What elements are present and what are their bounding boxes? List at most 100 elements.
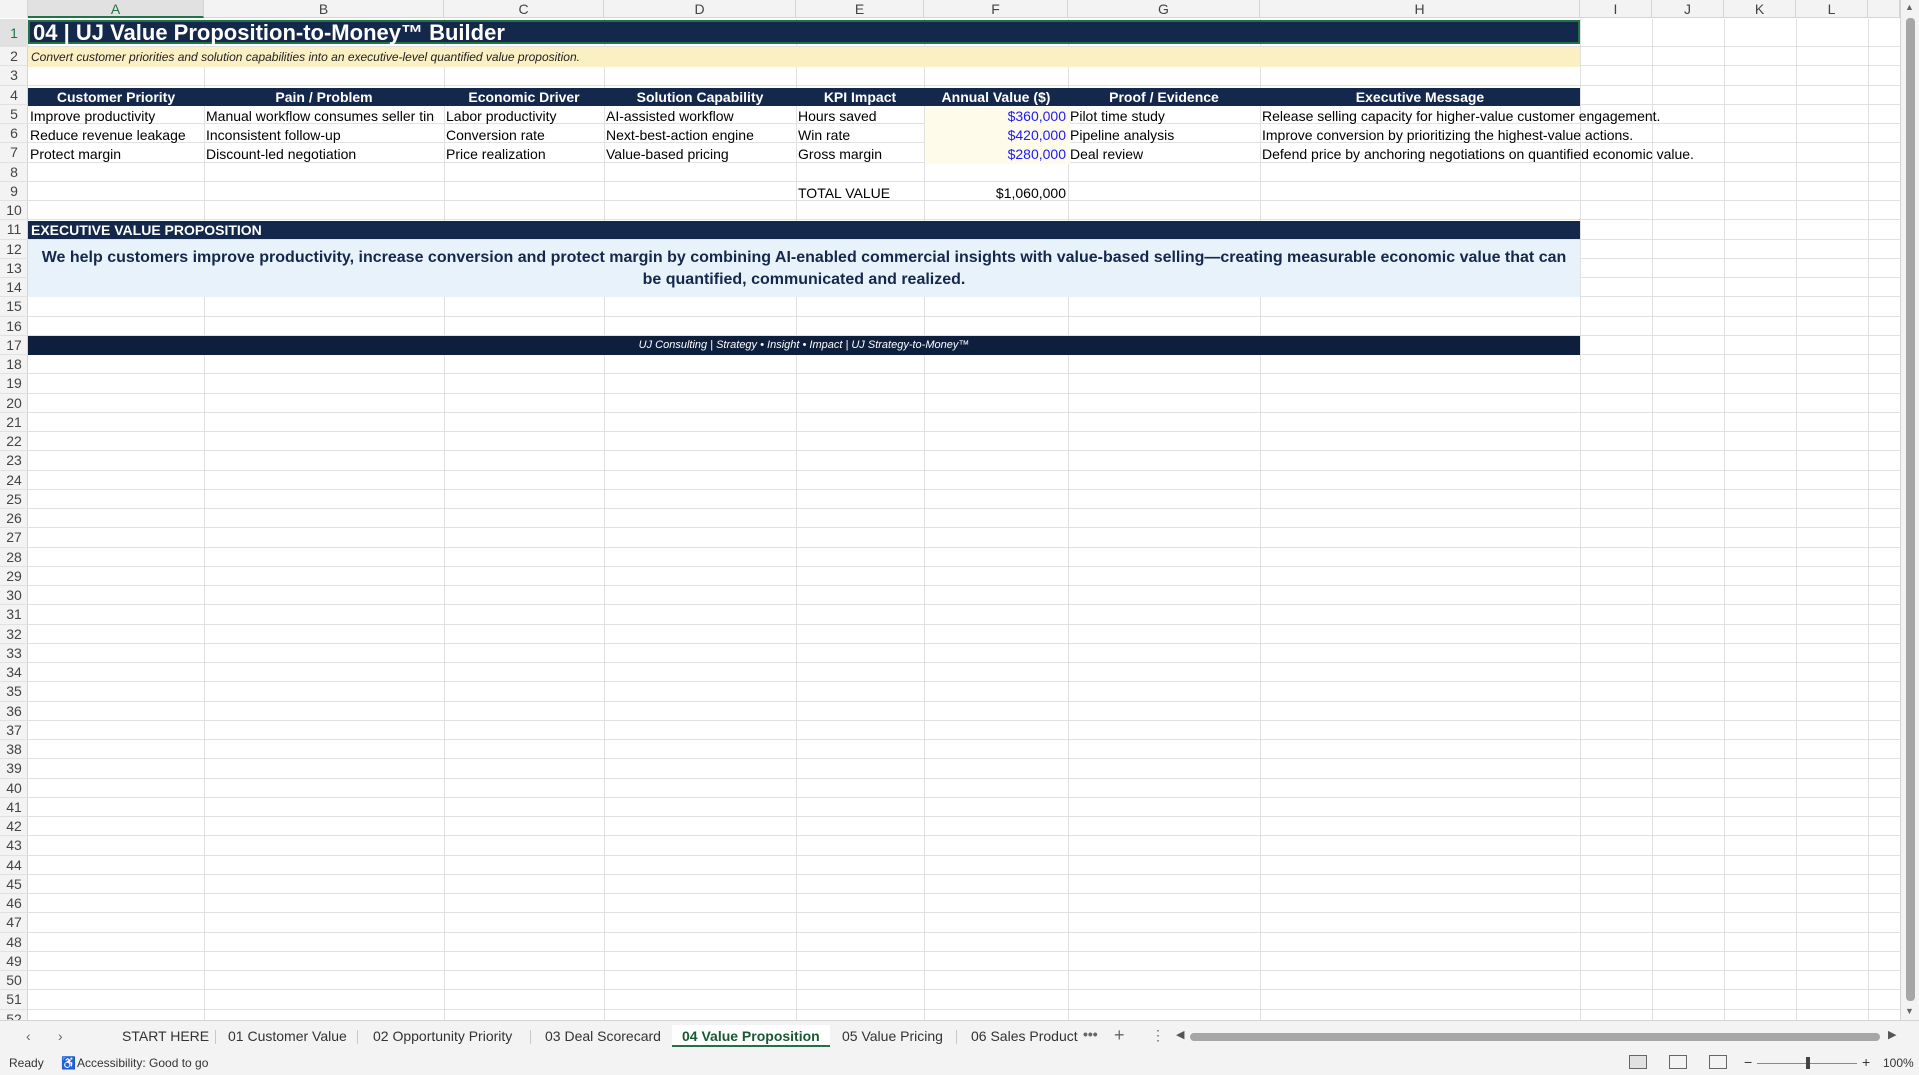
row-header[interactable]: 23 [0, 451, 28, 471]
row-header[interactable]: 38 [0, 740, 28, 760]
tab-deal-scorecard[interactable]: 03 Deal Scorecard [535, 1025, 671, 1047]
cell-d5[interactable]: AI-assisted workflow [604, 107, 796, 125]
tab-value-pricing[interactable]: 05 Value Pricing [832, 1025, 953, 1047]
select-all-corner[interactable] [0, 0, 28, 18]
row-header[interactable]: 2 [0, 47, 28, 67]
tab-value-proposition[interactable]: 04 Value Proposition [672, 1025, 830, 1047]
row-header[interactable]: 18 [0, 355, 28, 375]
row-header[interactable]: 12 [0, 240, 28, 259]
footer-cell[interactable]: UJ Consulting | Strategy • Insight • Imp… [28, 336, 1580, 355]
row-header[interactable]: 48 [0, 933, 28, 952]
row-header[interactable]: 27 [0, 528, 28, 548]
row-header[interactable]: 4 [0, 86, 28, 105]
row-header[interactable]: 17 [0, 336, 28, 355]
header-economic-driver[interactable]: Economic Driver [444, 88, 604, 106]
cell-f6[interactable]: $420,000 [924, 126, 1068, 144]
row-header[interactable]: 43 [0, 836, 28, 856]
horizontal-scroll-thumb[interactable] [1190, 1033, 1880, 1041]
total-value-label[interactable]: TOTAL VALUE [796, 184, 924, 202]
row-header[interactable]: 32 [0, 625, 28, 644]
cell-c7[interactable]: Price realization [444, 145, 604, 163]
cell-g5[interactable]: Pilot time study [1068, 107, 1260, 125]
scroll-up-icon[interactable]: ▲ [1905, 2, 1914, 12]
page-layout-icon[interactable] [1669, 1055, 1687, 1069]
header-annual-value[interactable]: Annual Value ($) [924, 88, 1068, 106]
header-customer-priority[interactable]: Customer Priority [28, 88, 204, 106]
cell-h5[interactable]: Release selling capacity for higher-valu… [1260, 107, 1820, 125]
horizontal-scrollbar[interactable]: ◀ ▶ [1176, 1028, 1898, 1043]
row-header[interactable]: 51 [0, 990, 28, 1010]
cell-b6[interactable]: Inconsistent follow-up [204, 126, 444, 144]
zoom-slider-thumb[interactable] [1806, 1057, 1810, 1069]
spreadsheet-area[interactable]: A B C D E F G H I J K L 1 2 3 4 5 6 7 8 9 10 11 12 1… [0, 0, 1919, 1020]
row-header[interactable]: 49 [0, 952, 28, 971]
cell-f5[interactable]: $360,000 [924, 107, 1068, 125]
row-header[interactable]: 28 [0, 548, 28, 567]
cell-c6[interactable]: Conversion rate [444, 126, 604, 144]
row-header[interactable]: 40 [0, 779, 28, 798]
accessibility-status[interactable]: Accessibility: Good to go [77, 1056, 208, 1070]
row-header[interactable]: 20 [0, 394, 28, 413]
cell-e6[interactable]: Win rate [796, 126, 924, 144]
row-header[interactable]: 3 [0, 66, 28, 86]
row-header[interactable]: 1 [0, 19, 28, 47]
row-header[interactable]: 41 [0, 798, 28, 817]
cell-a5[interactable]: Improve productivity [28, 107, 204, 125]
header-proof-evidence[interactable]: Proof / Evidence [1068, 88, 1260, 106]
row-header[interactable]: 25 [0, 490, 28, 509]
cell-e7[interactable]: Gross margin [796, 145, 924, 163]
header-kpi-impact[interactable]: KPI Impact [796, 88, 924, 106]
row-header[interactable]: 6 [0, 124, 28, 144]
column-header-c[interactable]: C [444, 0, 604, 18]
cell-g6[interactable]: Pipeline analysis [1068, 126, 1260, 144]
row-header[interactable]: 34 [0, 663, 28, 683]
row-header[interactable]: 19 [0, 374, 28, 394]
column-header-h[interactable]: H [1260, 0, 1580, 18]
chevron-left-icon[interactable]: ‹ [26, 1028, 31, 1044]
cell-c5[interactable]: Labor productivity [444, 107, 604, 125]
title-cell[interactable]: 04 | UJ Value Proposition-to-Money™ Buil… [28, 20, 1580, 44]
row-header[interactable]: 50 [0, 971, 28, 991]
evp-header-cell[interactable]: EXECUTIVE VALUE PROPOSITION [28, 221, 1580, 239]
row-header[interactable]: 37 [0, 721, 28, 740]
vertical-scrollbar[interactable]: ▲ ▼ [1900, 0, 1919, 1020]
row-header[interactable]: 44 [0, 856, 28, 875]
vertical-scroll-thumb[interactable] [1906, 18, 1915, 1001]
row-header[interactable]: 7 [0, 143, 28, 163]
zoom-in-icon[interactable]: + [1862, 1054, 1870, 1070]
row-header[interactable]: 15 [0, 297, 28, 317]
column-header-b[interactable]: B [204, 0, 444, 18]
plus-icon[interactable]: + [1114, 1025, 1125, 1046]
row-header[interactable]: 22 [0, 432, 28, 452]
zoom-level[interactable]: 100% [1883, 1056, 1914, 1070]
cell-h6[interactable]: Improve conversion by prioritizing the h… [1260, 126, 1820, 144]
row-header[interactable]: 47 [0, 913, 28, 933]
cell-b5[interactable]: Manual workflow consumes seller tin [204, 107, 444, 125]
row-header[interactable]: 35 [0, 682, 28, 702]
row-header[interactable]: 8 [0, 163, 28, 182]
column-header-g[interactable]: G [1068, 0, 1260, 18]
row-header[interactable]: 16 [0, 317, 28, 336]
tab-customer-value[interactable]: 01 Customer Value [218, 1025, 357, 1047]
row-header[interactable]: 5 [0, 105, 28, 124]
page-break-icon[interactable] [1709, 1055, 1727, 1069]
cell-e5[interactable]: Hours saved [796, 107, 924, 125]
tab-sales-product[interactable]: 06 Sales Product [961, 1025, 1088, 1047]
row-header[interactable]: 33 [0, 644, 28, 663]
row-header[interactable]: 36 [0, 702, 28, 721]
chevron-right-icon[interactable]: › [58, 1028, 63, 1044]
cell-d6[interactable]: Next-best-action engine [604, 126, 796, 144]
row-header[interactable]: 11 [0, 220, 28, 240]
column-header-m[interactable] [1868, 0, 1900, 18]
tab-opportunity-priority[interactable]: 02 Opportunity Priority [363, 1025, 522, 1047]
cell-h7[interactable]: Defend price by anchoring negotiations o… [1260, 145, 1820, 163]
row-header[interactable]: 46 [0, 894, 28, 914]
column-header-l[interactable]: L [1796, 0, 1868, 18]
tab-start-here[interactable]: START HERE [112, 1025, 219, 1047]
row-header[interactable]: 39 [0, 759, 28, 779]
cell-grid[interactable] [28, 19, 1900, 1020]
cell-a6[interactable]: Reduce revenue leakage [28, 126, 204, 144]
vertical-ellipsis-icon[interactable]: ⋮ [1151, 1027, 1165, 1044]
cell-a7[interactable]: Protect margin [28, 145, 204, 163]
scroll-left-icon[interactable]: ◀ [1176, 1028, 1184, 1041]
